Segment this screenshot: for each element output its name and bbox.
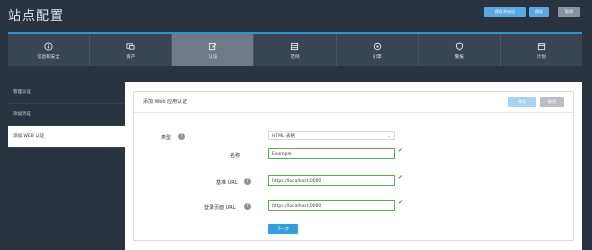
type-label: 类型 (161, 135, 172, 141)
tab-alerts[interactable]: 警报 (419, 34, 501, 66)
main-content: 添加 Web 应用认证 保存 取消 类型 ? HTML 表格 ⌄ 名称 Exam… (125, 82, 582, 250)
login-url-field[interactable]: https://localhost:0000 (268, 200, 395, 211)
tab-label: 警报 (454, 55, 464, 60)
page-title: 站点配置 (8, 9, 65, 24)
info-icon (44, 41, 54, 51)
chevron-down-icon: ⌄ (386, 133, 391, 139)
auth-icon (208, 41, 218, 51)
alert-icon (454, 41, 464, 51)
valid-check-icon: ✔ (398, 199, 404, 206)
base-url-field[interactable]: https://localhost:0000 (268, 175, 395, 186)
tab-schedule[interactable]: 计划 (501, 34, 582, 66)
engine-icon (372, 41, 382, 51)
config-tabs: 信息和安全 资产 认证 范例 引擎 警报 计划 (8, 32, 582, 66)
tab-engine[interactable]: 引擎 (337, 34, 419, 66)
web-auth-form-panel: 添加 Web 应用认证 保存 取消 类型 ? HTML 表格 ⌄ 名称 Exam… (133, 91, 574, 241)
form-save-button[interactable]: 保存 (508, 97, 536, 107)
assets-icon (126, 41, 136, 51)
auth-sidebar: 管理认证 添加凭证 添加 WEB 认证 (8, 82, 125, 148)
sidebar-item-manage-auth[interactable]: 管理认证 (8, 82, 125, 104)
tab-label: 信息和安全 (37, 55, 60, 60)
cancel-button[interactable]: 取消 (558, 7, 580, 17)
save-button[interactable]: 保存 (529, 7, 549, 17)
tab-label: 引擎 (372, 55, 382, 60)
template-icon (290, 41, 300, 51)
next-button[interactable]: 下一步 (268, 224, 298, 234)
tab-label: 范例 (290, 55, 300, 60)
tab-label: 认证 (208, 55, 218, 60)
valid-check-icon: ✔ (398, 147, 404, 154)
tab-label: 计划 (536, 55, 546, 60)
tab-assets[interactable]: 资产 (90, 34, 173, 66)
tab-authentication[interactable]: 认证 (172, 34, 255, 66)
valid-check-icon: ✔ (398, 174, 404, 181)
tab-info-security[interactable]: 信息和安全 (8, 34, 91, 66)
sidebar-item-add-web-auth[interactable]: 添加 WEB 认证 (8, 126, 125, 148)
save-and-start-button[interactable]: 保存并启动 (484, 7, 526, 17)
calendar-icon (536, 41, 546, 51)
help-icon[interactable]: ? (244, 203, 251, 210)
base-url-label: 基准 URL (216, 180, 238, 186)
page-header: 站点配置 保存并启动 保存 取消 (0, 0, 592, 30)
type-select[interactable]: HTML 表格 ⌄ (268, 131, 395, 140)
type-select-value: HTML 表格 (272, 134, 295, 139)
login-url-label: 登录页面 URL (204, 205, 236, 211)
panel-divider (134, 112, 573, 113)
name-label: 名称 (230, 153, 241, 159)
help-icon[interactable]: ? (178, 133, 185, 140)
form-cancel-button[interactable]: 取消 (540, 97, 564, 107)
sidebar-item-add-credentials[interactable]: 添加凭证 (8, 104, 125, 126)
panel-title: 添加 Web 应用认证 (143, 99, 188, 105)
tab-label: 资产 (126, 55, 136, 60)
help-icon[interactable]: ? (244, 178, 251, 185)
tab-template[interactable]: 范例 (254, 34, 337, 66)
name-field[interactable]: Example (268, 148, 395, 159)
